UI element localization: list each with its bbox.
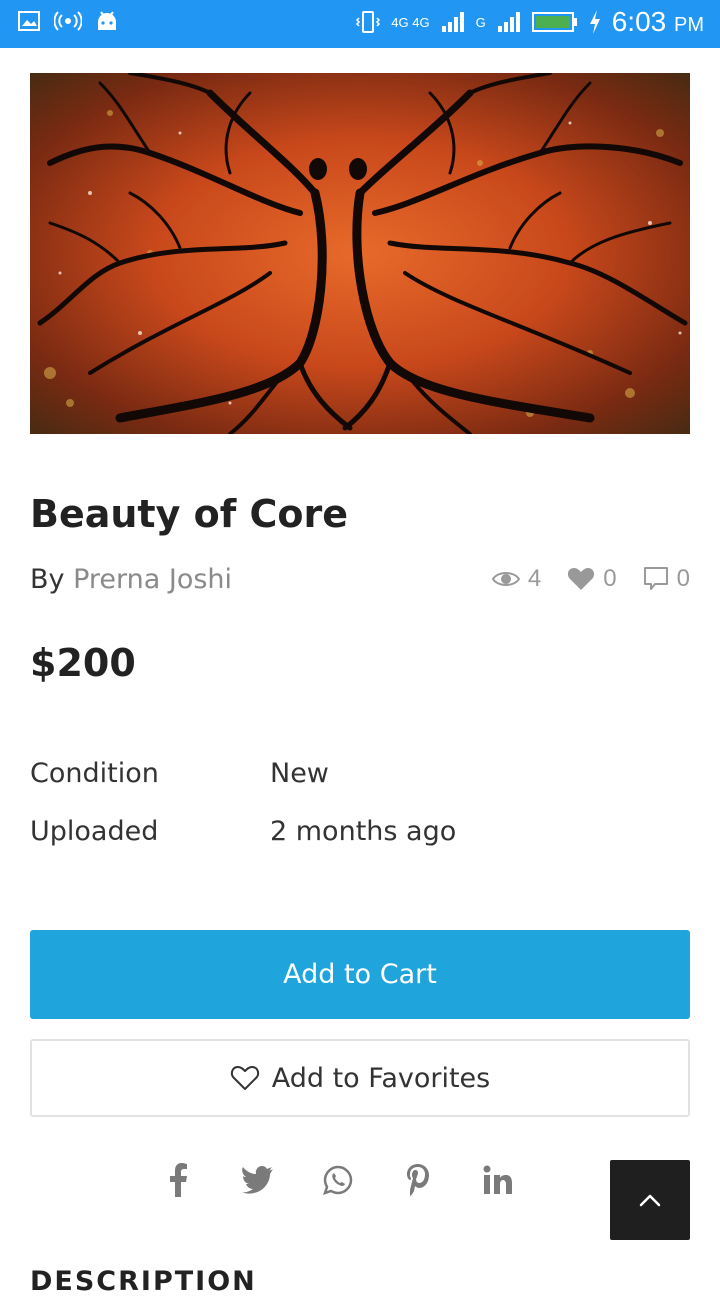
product-image[interactable] (30, 73, 690, 434)
charging-icon (589, 10, 600, 34)
description-heading: DESCRIPTION (30, 1266, 257, 1297)
condition-label: Condition (30, 758, 159, 789)
views-count: 4 (527, 565, 542, 592)
comment-icon (643, 567, 668, 590)
add-to-favorites-button[interactable]: Add to Favorites (30, 1039, 690, 1117)
heart-outline-icon (230, 1066, 259, 1090)
uploaded-label: Uploaded (30, 816, 159, 847)
product-title: Beauty of Core (30, 492, 348, 536)
add-to-favorites-label: Add to Favorites (271, 1062, 491, 1094)
uploaded-value: 2 months ago (270, 816, 457, 847)
painting-image (30, 73, 690, 434)
signal-sim2-icon (497, 12, 520, 32)
twitter-icon[interactable] (240, 1158, 276, 1202)
by-prefix: By (30, 564, 74, 595)
social-share-bar (160, 1158, 516, 1202)
likes-stat[interactable]: 0 (567, 565, 617, 593)
condition-value: New (270, 758, 329, 789)
whatsapp-icon[interactable] (320, 1158, 356, 1202)
product-stats: 4 0 0 (491, 565, 690, 593)
scroll-to-top-button[interactable] (610, 1160, 690, 1240)
uploaded-row: Uploaded 2 months ago (30, 816, 456, 847)
notification-icons (18, 10, 118, 32)
comments-count: 0 (676, 565, 690, 592)
clock-ampm: PM (674, 14, 704, 36)
comments-stat[interactable]: 0 (643, 565, 690, 593)
add-to-cart-label: Add to Cart (283, 959, 437, 990)
gallery-notification-icon (18, 11, 40, 31)
author-link[interactable]: Prerna Joshi (73, 564, 232, 595)
system-icons: 4G 4G G 6:03 PM (355, 6, 704, 38)
facebook-icon[interactable] (160, 1158, 196, 1202)
linkedin-icon[interactable] (480, 1158, 516, 1202)
views-stat: 4 (491, 565, 542, 593)
author-byline: By Prerna Joshi (30, 564, 232, 595)
likes-count: 0 (603, 565, 617, 592)
vibrate-icon (356, 11, 381, 33)
signal-sim1-icon (441, 12, 464, 32)
status-bar: 4G 4G G 6:03 PM (0, 0, 720, 48)
heart-icon (568, 568, 595, 590)
add-to-cart-button[interactable]: Add to Cart (30, 930, 690, 1019)
chevron-up-icon (639, 1194, 661, 1207)
eye-icon (491, 572, 520, 586)
android-debug-icon (98, 11, 116, 30)
hotspot-icon (54, 11, 82, 31)
pinterest-icon[interactable] (400, 1158, 436, 1202)
clock: 6:03 PM (612, 6, 704, 38)
battery-icon (531, 12, 577, 32)
clock-time: 6:03 (611, 6, 667, 37)
sim2-network-label: G (475, 14, 486, 30)
product-price: $200 (30, 641, 136, 685)
network-type-label: 4G 4G (391, 14, 430, 30)
condition-row: Condition New (30, 758, 329, 789)
